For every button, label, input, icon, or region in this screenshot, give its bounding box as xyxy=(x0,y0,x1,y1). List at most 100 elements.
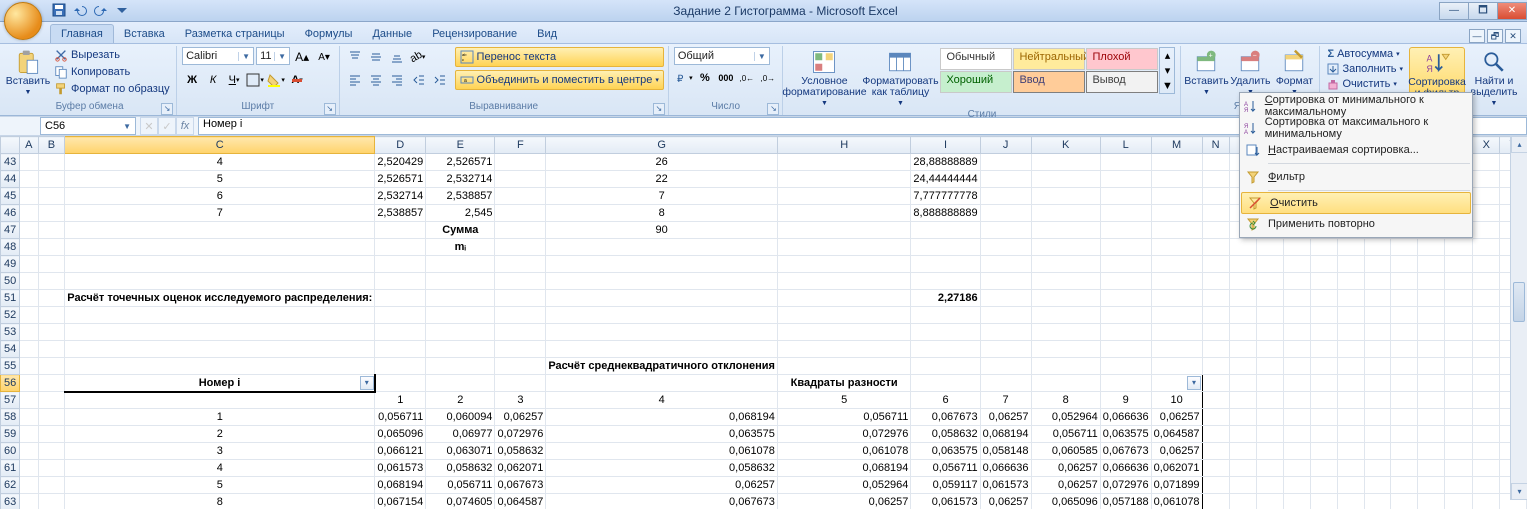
wrap-text-button[interactable]: abcПеренос текста xyxy=(455,47,664,67)
fx-icon[interactable]: fx xyxy=(176,117,194,135)
cell-I53[interactable] xyxy=(911,324,980,341)
align-center-icon[interactable] xyxy=(366,70,386,90)
shrink-font-icon[interactable]: A▾ xyxy=(314,47,334,67)
cell-L46[interactable] xyxy=(1100,205,1151,222)
cell-B53[interactable] xyxy=(38,324,65,341)
cell-E50[interactable] xyxy=(426,273,495,290)
minimize-button[interactable]: — xyxy=(1439,2,1469,20)
cell-H61[interactable]: 0,068194 xyxy=(777,460,911,477)
cell-L43[interactable] xyxy=(1100,154,1151,171)
increase-decimal-icon[interactable]: ,0← xyxy=(737,68,757,88)
cell-H53[interactable] xyxy=(777,324,911,341)
cell-N52[interactable] xyxy=(1202,307,1229,324)
cell-U62[interactable] xyxy=(1391,477,1418,494)
cell-X61[interactable] xyxy=(1473,460,1500,477)
cell-W56[interactable] xyxy=(1445,375,1473,392)
cell-I63[interactable]: 0,061573 xyxy=(911,494,980,509)
cell-M48[interactable] xyxy=(1151,239,1202,256)
cell-O52[interactable] xyxy=(1229,307,1256,324)
tab-formulas[interactable]: Формулы xyxy=(295,25,363,43)
cell-D51[interactable] xyxy=(375,290,426,307)
cell-A55[interactable] xyxy=(20,358,38,375)
cell-S57[interactable] xyxy=(1338,392,1365,409)
row-header-62[interactable]: 62 xyxy=(1,477,20,494)
cell-G47[interactable]: 90 xyxy=(546,222,778,239)
cell-L47[interactable] xyxy=(1100,222,1151,239)
cell-M58[interactable]: 0,06257 xyxy=(1151,409,1202,426)
cell-M43[interactable] xyxy=(1151,154,1202,171)
cell-E60[interactable]: 0,063071 xyxy=(426,443,495,460)
alignment-dialog-launcher[interactable]: ↘ xyxy=(653,103,665,115)
cell-V53[interactable] xyxy=(1418,324,1445,341)
row-header-63[interactable]: 63 xyxy=(1,494,20,509)
doc-close-button[interactable]: ✕ xyxy=(1505,29,1521,43)
scroll-up-icon[interactable]: ▴ xyxy=(1511,136,1527,153)
cell-O51[interactable] xyxy=(1229,290,1256,307)
cell-S52[interactable] xyxy=(1338,307,1365,324)
cell-N45[interactable] xyxy=(1202,188,1229,205)
cell-K61[interactable]: 0,06257 xyxy=(1031,460,1100,477)
cell-T62[interactable] xyxy=(1364,477,1390,494)
cell-I58[interactable]: 0,067673 xyxy=(911,409,980,426)
cell-C49[interactable] xyxy=(65,256,375,273)
format-painter-button[interactable]: Формат по образцу xyxy=(52,81,172,97)
cell-L48[interactable] xyxy=(1100,239,1151,256)
row-header-61[interactable]: 61 xyxy=(1,460,20,477)
cell-D57[interactable]: 1 xyxy=(375,392,426,409)
cell-C48[interactable] xyxy=(65,239,375,256)
cell-N61[interactable] xyxy=(1202,460,1229,477)
cell-J48[interactable] xyxy=(980,239,1031,256)
cell-L62[interactable]: 0,072976 xyxy=(1100,477,1151,494)
cell-G59[interactable]: 0,063575 xyxy=(546,426,778,443)
cell-X63[interactable] xyxy=(1473,494,1500,509)
cell-C47[interactable] xyxy=(65,222,375,239)
cell-E43[interactable]: 2,526571 xyxy=(426,154,495,171)
cell-B45[interactable] xyxy=(38,188,65,205)
doc-minimize-button[interactable]: — xyxy=(1469,29,1485,43)
col-header-I[interactable]: I xyxy=(911,137,980,154)
cell-W50[interactable] xyxy=(1445,273,1473,290)
cell-N49[interactable] xyxy=(1202,256,1229,273)
cell-D43[interactable]: 2,520429 xyxy=(375,154,426,171)
qat-redo-icon[interactable] xyxy=(92,2,110,20)
filter-button-col-title[interactable]: ▾ xyxy=(1187,376,1201,390)
cell-D47[interactable] xyxy=(375,222,426,239)
cell-Q54[interactable] xyxy=(1283,341,1310,358)
format-cells-button[interactable]: Формат▼ xyxy=(1274,47,1314,98)
cell-N57[interactable] xyxy=(1202,392,1229,409)
cell-C43[interactable]: 4 xyxy=(65,154,375,171)
cell-B59[interactable] xyxy=(38,426,65,443)
cell-M57[interactable]: 10 xyxy=(1151,392,1202,409)
cell-W63[interactable] xyxy=(1445,494,1473,509)
cell-L51[interactable] xyxy=(1100,290,1151,307)
increase-indent-icon[interactable] xyxy=(429,70,449,90)
cell-I56[interactable] xyxy=(911,375,980,392)
col-header-H[interactable]: H xyxy=(777,137,911,154)
cell-U56[interactable] xyxy=(1391,375,1418,392)
underline-icon[interactable]: Ч▾ xyxy=(224,70,244,90)
cell-I49[interactable] xyxy=(911,256,980,273)
cell-D59[interactable]: 0,065096 xyxy=(375,426,426,443)
cell-V55[interactable] xyxy=(1418,358,1445,375)
bold-icon[interactable]: Ж xyxy=(182,70,202,90)
cell-T55[interactable] xyxy=(1364,358,1390,375)
cell-L63[interactable]: 0,057188 xyxy=(1100,494,1151,509)
cell-M47[interactable] xyxy=(1151,222,1202,239)
cell-M61[interactable]: 0,062071 xyxy=(1151,460,1202,477)
cell-M51[interactable] xyxy=(1151,290,1202,307)
office-button[interactable] xyxy=(4,2,42,40)
cell-M49[interactable] xyxy=(1151,256,1202,273)
row-header-44[interactable]: 44 xyxy=(1,171,20,188)
cell-X57[interactable] xyxy=(1473,392,1500,409)
row-header-43[interactable]: 43 xyxy=(1,154,20,171)
cell-X59[interactable] xyxy=(1473,426,1500,443)
cell-I44[interactable]: 24,44444444 xyxy=(911,171,980,188)
row-header-46[interactable]: 46 xyxy=(1,205,20,222)
cell-W54[interactable] xyxy=(1445,341,1473,358)
cell-K54[interactable] xyxy=(1031,341,1100,358)
cell-L60[interactable]: 0,067673 xyxy=(1100,443,1151,460)
cell-E47[interactable]: Сумма xyxy=(426,222,495,239)
menu-reapply-filter[interactable]: Применить повторно xyxy=(1240,213,1472,235)
cell-D56[interactable] xyxy=(375,375,426,392)
cell-T60[interactable] xyxy=(1364,443,1390,460)
